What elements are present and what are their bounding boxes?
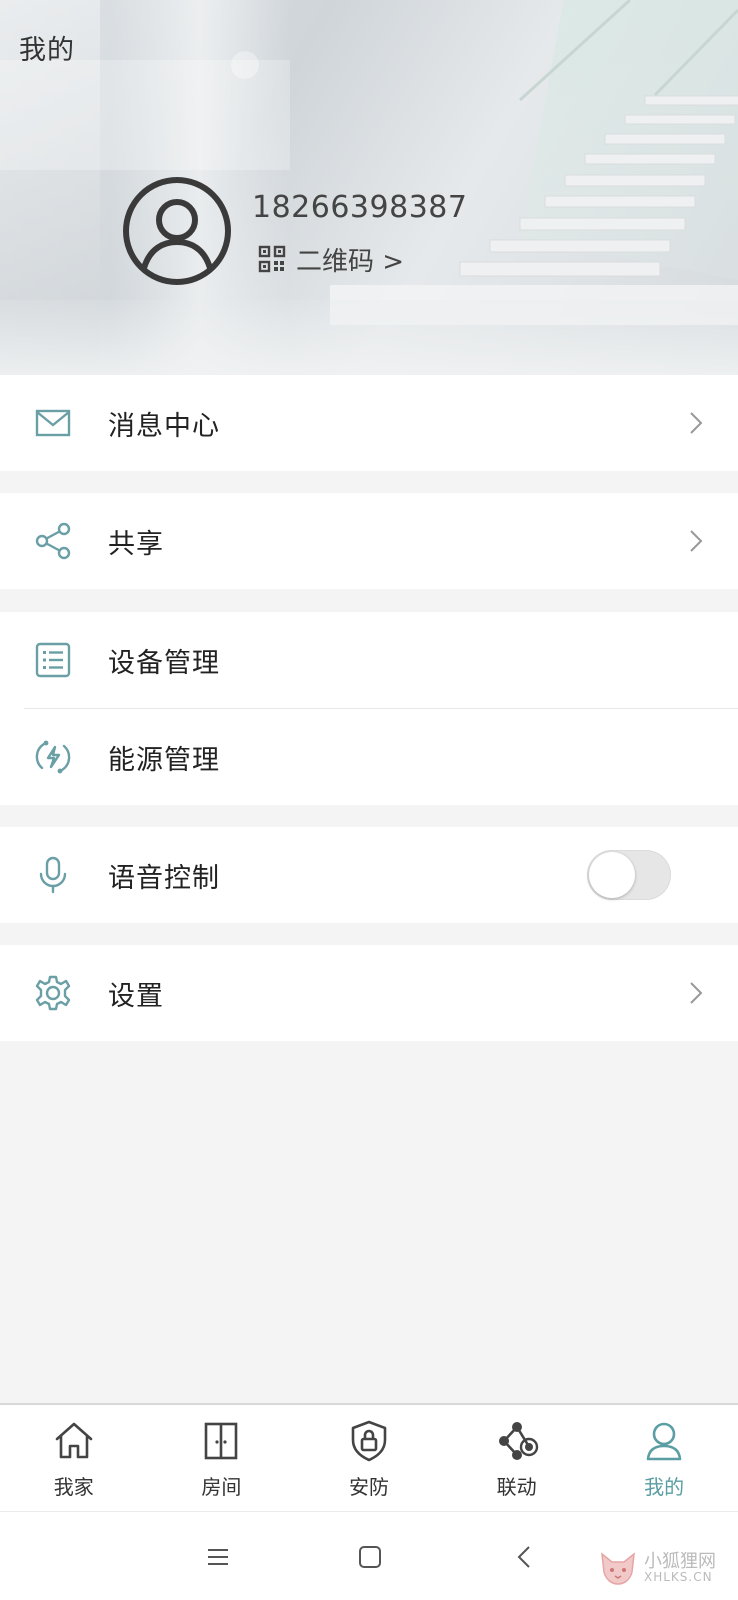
menu-item-label: 能源管理 (108, 744, 220, 776)
menu-group-management: 设备管理 能源管理 (0, 612, 738, 805)
menu-item-device-management[interactable]: 设备管理 (0, 612, 738, 708)
tab-linkage[interactable]: 联动 (443, 1405, 591, 1511)
page-title: 我的 (19, 35, 75, 66)
menu-group-share: 共享 (0, 493, 738, 589)
chevron-right-icon (690, 530, 703, 552)
gear-icon (34, 974, 72, 1012)
microphone-icon (34, 856, 72, 894)
menu-icon[interactable] (203, 1542, 233, 1572)
qr-code-link[interactable]: 二维码 > (258, 244, 404, 277)
tab-label: 房间 (201, 1475, 242, 1499)
menu-item-message-center[interactable]: 消息中心 (0, 375, 738, 471)
share-icon (34, 522, 72, 560)
list-icon (34, 641, 72, 679)
qr-code-icon (258, 245, 286, 273)
bottom-tab-bar: 我家 房间 安防 联动 我的 (0, 1403, 738, 1511)
watermark-en: XHLKS.CN (644, 1570, 713, 1585)
menu-item-energy-management[interactable]: 能源管理 (0, 709, 738, 805)
chevron-right-icon (690, 982, 703, 1004)
tab-home[interactable]: 我家 (0, 1405, 148, 1511)
header-background-floor (0, 300, 738, 375)
watermark-cn: 小狐狸网 (644, 1550, 716, 1572)
menu-item-label: 设备管理 (108, 647, 220, 679)
tab-label: 我家 (53, 1475, 94, 1499)
security-shield-icon (351, 1420, 387, 1462)
menu-item-label: 语音控制 (108, 862, 220, 894)
room-icon (205, 1422, 238, 1460)
qr-code-label: 二维码 > (296, 246, 405, 277)
tab-label: 安防 (348, 1475, 389, 1499)
tab-security[interactable]: 安防 (295, 1405, 443, 1511)
voice-control-toggle[interactable] (587, 850, 671, 900)
watermark: 小狐狸网 XHLKS.CN (598, 1540, 728, 1596)
menu-item-label: 消息中心 (108, 410, 220, 442)
linkage-icon (498, 1422, 538, 1460)
menu-item-settings[interactable]: 设置 (0, 945, 738, 1041)
menu-group-messages: 消息中心 (0, 375, 738, 471)
home-icon (55, 1422, 93, 1459)
energy-bolt-icon (34, 738, 72, 776)
tab-label: 联动 (496, 1475, 537, 1499)
tab-label: 我的 (644, 1475, 685, 1499)
menu-group-voice: 语音控制 (0, 827, 738, 923)
menu-item-share[interactable]: 共享 (0, 493, 738, 589)
user-phone-number: 18266398387 (252, 190, 468, 225)
toggle-knob (589, 852, 635, 898)
profile-icon (646, 1422, 682, 1461)
user-avatar-icon[interactable] (122, 176, 232, 286)
back-icon[interactable] (510, 1542, 540, 1572)
menu-item-label: 设置 (108, 980, 164, 1012)
tab-profile[interactable]: 我的 (590, 1405, 738, 1511)
tab-room[interactable]: 房间 (148, 1405, 296, 1511)
profile-header: 我的 18266398387 二维码 > (0, 0, 738, 375)
envelope-icon (34, 404, 72, 442)
home-square-icon[interactable] (355, 1542, 385, 1572)
fox-logo-icon (601, 1552, 635, 1585)
menu-group-settings: 设置 (0, 945, 738, 1041)
chevron-right-icon (690, 412, 703, 434)
menu-item-label: 共享 (108, 528, 164, 560)
menu-item-voice-control: 语音控制 (0, 827, 738, 923)
